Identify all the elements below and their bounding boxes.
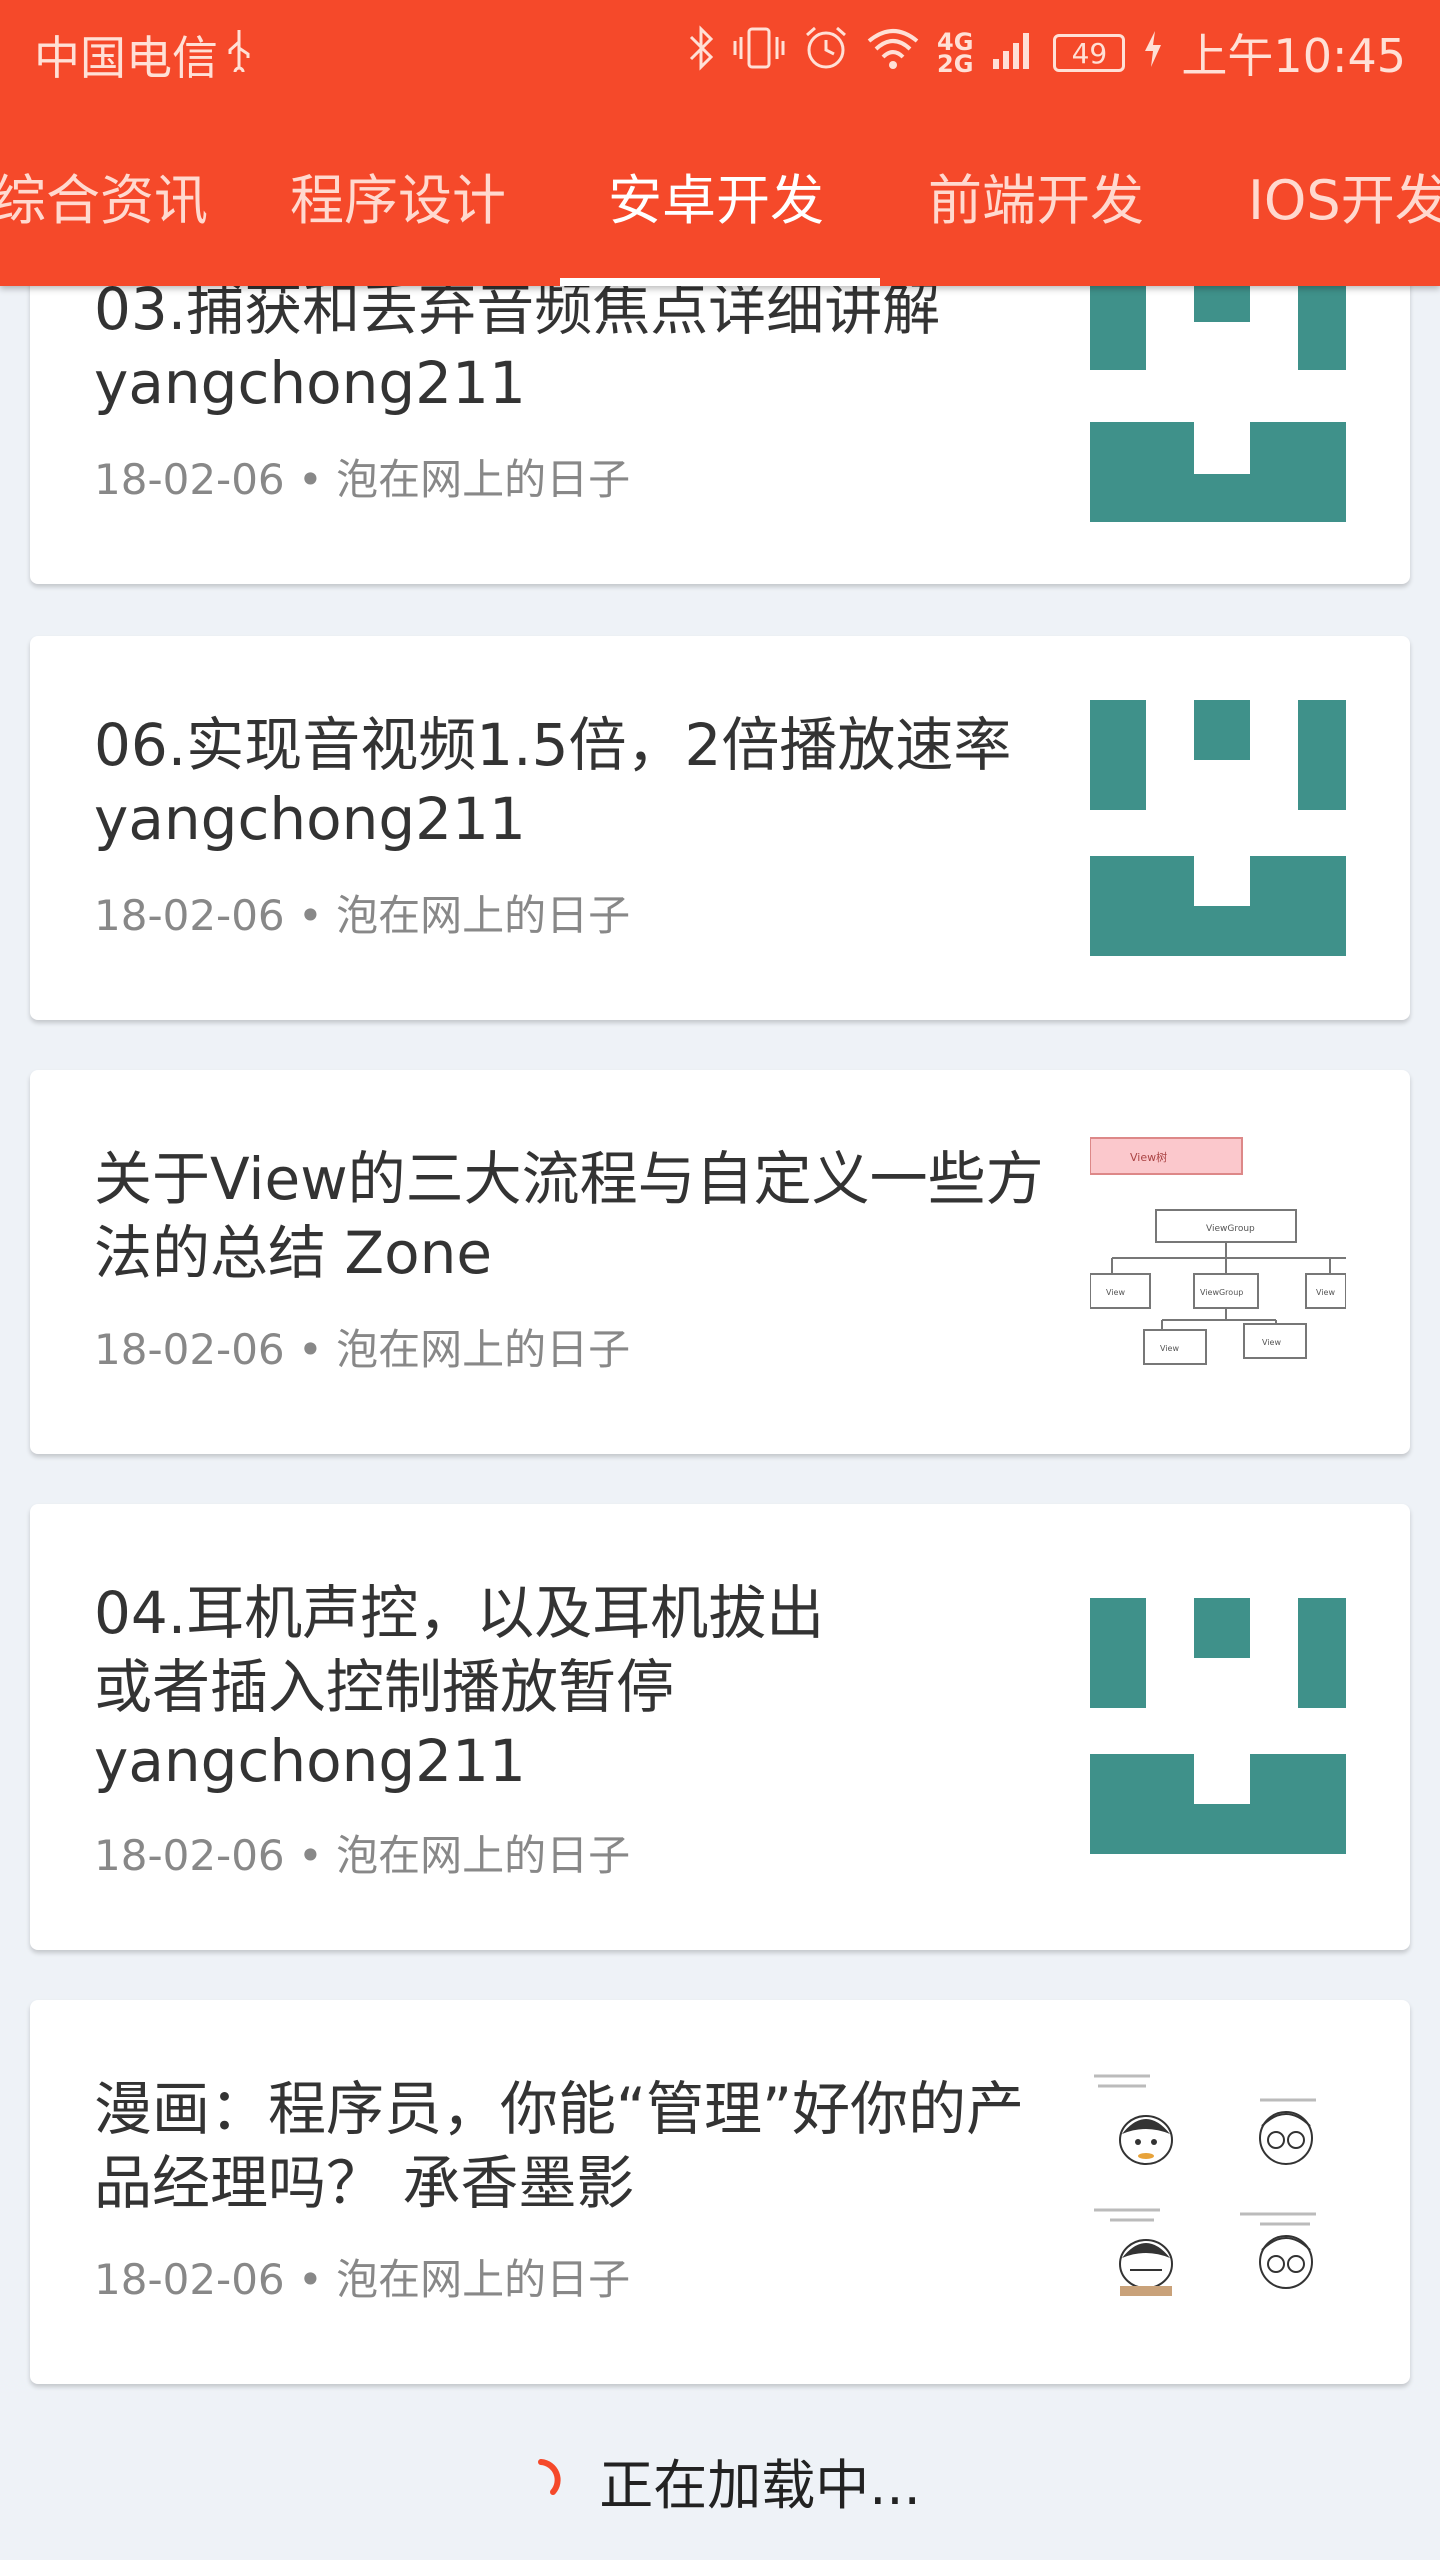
article-meta: 18-02-06 • 泡在网上的日子: [94, 1325, 631, 1374]
tab-general-news[interactable]: 综合资讯: [0, 156, 208, 235]
diagram-node-label: ViewGroup: [1200, 1288, 1243, 1297]
article-title: 06.实现音视频1.5倍，2倍播放速率 yangchong211: [94, 711, 1012, 853]
status-icons: 4G 2G 49 上午10:45: [687, 20, 1406, 86]
tab-ios[interactable]: IOS开发: [1248, 156, 1440, 235]
article-thumbnail: View树 ViewGroup View ViewGroup View View…: [1090, 1134, 1346, 1390]
diagram-node-label: View: [1316, 1288, 1335, 1297]
app-bar: 中国电信 4G 2G 49 上午10:45 综合资讯 程序设计 安卓开发 前端开…: [0, 0, 1440, 286]
diagram-group-label: ViewGroup: [1206, 1224, 1255, 1234]
diagram-node-label: View: [1262, 1338, 1281, 1347]
loading-label: 正在加载中...: [599, 2453, 921, 2517]
article-title: 关于View的三大流程与自定义一些方法的总结 Zone: [94, 1145, 1044, 1287]
charging-icon: [1143, 26, 1163, 80]
article-meta: 18-02-06 • 泡在网上的日子: [94, 2255, 631, 2304]
tab-indicator: [560, 278, 880, 286]
clock: 上午10:45: [1181, 29, 1406, 83]
vibrate-icon: [733, 25, 785, 82]
diagram-node-label: View: [1106, 1288, 1125, 1297]
tab-android[interactable]: 安卓开发: [608, 156, 824, 235]
usb-icon: [224, 28, 254, 83]
article-card[interactable]: 关于View的三大流程与自定义一些方法的总结 Zone 18-02-06 • 泡…: [30, 1070, 1410, 1454]
manager-figure: [1259, 2111, 1313, 2165]
article-title: 04.耳机声控，以及耳机拔出或者插入控制播放暂停 yangchong211: [94, 1579, 825, 1795]
article-meta: 18-02-06 • 泡在网上的日子: [94, 455, 631, 504]
loading-indicator: 正在加载中...: [0, 2440, 1440, 2520]
battery-level: 49: [1071, 36, 1108, 70]
status-bar: 中国电信 4G 2G 49 上午10:45: [0, 0, 1440, 102]
penguin-figure: [1119, 2115, 1173, 2165]
alarm-icon: [803, 25, 849, 82]
article-meta: 18-02-06 • 泡在网上的日子: [94, 1831, 631, 1880]
carrier-group: 中国电信: [34, 22, 254, 88]
article-card[interactable]: 06.实现音视频1.5倍，2倍播放速率 yangchong211 18-02-0…: [30, 636, 1410, 1020]
category-tabs: 综合资讯 程序设计 安卓开发 前端开发 IOS开发: [0, 120, 1440, 286]
article-title: 03.捕获和丢弃音频焦点详细讲解 yangchong211: [94, 275, 941, 417]
bluetooth-icon: [687, 24, 715, 82]
article-thumbnail: [1090, 266, 1346, 522]
article-thumbnail: [1090, 1598, 1346, 1854]
penguin-figure: [1119, 2239, 1173, 2296]
carrier-label: 中国电信: [34, 31, 218, 85]
article-thumbnail: [1090, 2064, 1346, 2320]
network-type-label: 4G 2G: [937, 28, 974, 78]
tab-frontend[interactable]: 前端开发: [928, 156, 1144, 235]
diagram-node-label: View: [1160, 1344, 1179, 1353]
diagram-top-label: View树: [1130, 1150, 1167, 1164]
loading-spinner-icon: [538, 2459, 561, 2495]
article-title: 漫画：程序员，你能“管理”好你的产品经理吗？ 承香墨影: [94, 2075, 1025, 2217]
tab-programming[interactable]: 程序设计: [290, 156, 506, 235]
battery-icon: 49: [1053, 34, 1126, 72]
article-meta: 18-02-06 • 泡在网上的日子: [94, 891, 631, 940]
article-card[interactable]: 漫画：程序员，你能“管理”好你的产品经理吗？ 承香墨影 18-02-06 • 泡…: [30, 2000, 1410, 2384]
manager-figure: [1259, 2235, 1313, 2289]
wifi-icon: [867, 25, 919, 82]
article-card[interactable]: 04.耳机声控，以及耳机拔出或者插入控制播放暂停 yangchong211 18…: [30, 1504, 1410, 1950]
article-thumbnail: [1090, 700, 1346, 956]
signal-icon: [991, 25, 1035, 82]
